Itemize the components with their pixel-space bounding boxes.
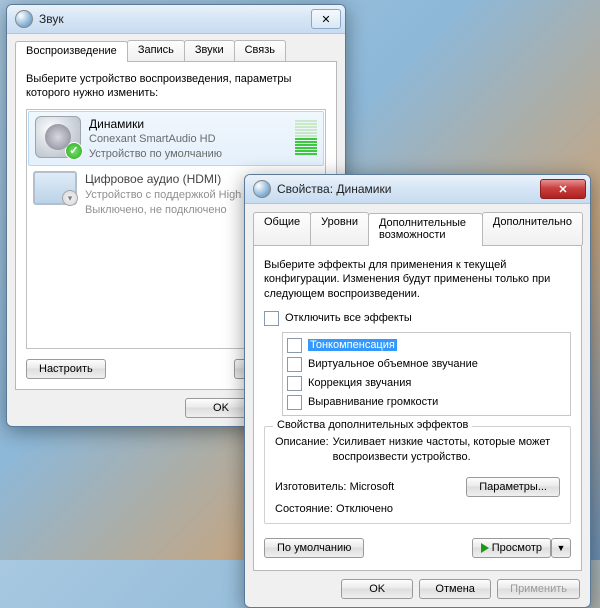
state-label: Состояние: — [275, 503, 333, 515]
tab-playback[interactable]: Воспроизведение — [15, 41, 128, 62]
preview-label: Просмотр — [492, 542, 542, 554]
effect-item[interactable]: Выравнивание громкости — [287, 393, 566, 412]
description-text: Усиливает низкие частоты, которые может … — [333, 435, 560, 465]
effect-item[interactable]: Виртуальное объемное звучание — [287, 355, 566, 374]
effect-label: Выравнивание громкости — [308, 396, 438, 408]
sound-icon — [15, 10, 33, 28]
level-meter-icon — [295, 120, 317, 155]
effect-label: Тонкомпенсация — [308, 339, 397, 351]
window-title: Свойства: Динамики — [277, 182, 540, 196]
disable-all-checkbox[interactable] — [264, 311, 279, 326]
cancel-button[interactable]: Отмена — [419, 579, 491, 599]
description-label: Описание: — [275, 435, 329, 465]
device-driver: Conexant SmartAudio HD — [89, 132, 287, 147]
tab-recording[interactable]: Запись — [127, 40, 185, 61]
device-item[interactable]: ✓ Динамики Conexant SmartAudio HD Устрой… — [28, 111, 324, 167]
effect-checkbox[interactable] — [287, 357, 302, 372]
effect-item[interactable]: Коррекция звучания — [287, 374, 566, 393]
tab-enhancements[interactable]: Дополнительные возможности — [368, 213, 483, 246]
effect-checkbox[interactable] — [287, 338, 302, 353]
effect-item[interactable]: Тонкомпенсация — [287, 336, 566, 355]
titlebar[interactable]: Звук ✕ — [7, 5, 345, 34]
parameters-button[interactable]: Параметры... — [466, 477, 560, 497]
speaker-icon — [253, 180, 271, 198]
tab-levels[interactable]: Уровни — [310, 212, 369, 245]
state-value: Отключено — [336, 503, 393, 515]
close-button[interactable]: ✕ — [311, 9, 341, 29]
device-name: Динамики — [89, 116, 287, 132]
properties-window: Свойства: Динамики ✕ Общие Уровни Дополн… — [244, 174, 591, 608]
close-icon: ✕ — [558, 183, 567, 196]
chevron-down-icon: ▼ — [557, 543, 566, 553]
preview-dropdown-button[interactable]: ▼ — [551, 538, 571, 558]
default-check-icon: ✓ — [65, 142, 83, 160]
effect-checkbox[interactable] — [287, 376, 302, 391]
vendor-value: Microsoft — [350, 481, 395, 493]
group-title: Свойства дополнительных эффектов — [273, 419, 472, 431]
close-icon: ✕ — [321, 13, 330, 26]
tab-sounds[interactable]: Звуки — [184, 40, 235, 61]
instruction-text: Выберите эффекты для применения к текуще… — [264, 258, 571, 301]
effect-label: Коррекция звучания — [308, 377, 411, 389]
tab-advanced[interactable]: Дополнительно — [482, 212, 583, 245]
speaker-icon: ✓ — [35, 116, 81, 158]
play-icon — [481, 543, 489, 553]
apply-button[interactable]: Применить — [497, 579, 580, 599]
disable-all-label: Отключить все эффекты — [285, 312, 412, 324]
vendor-label: Изготовитель: — [275, 481, 347, 493]
tab-general[interactable]: Общие — [253, 212, 311, 245]
restore-defaults-button[interactable]: По умолчанию — [264, 538, 364, 558]
tabs: Воспроизведение Запись Звуки Связь — [15, 40, 337, 62]
ok-button[interactable]: OK — [341, 579, 413, 599]
preview-button[interactable]: Просмотр — [472, 538, 551, 558]
tabs: Общие Уровни Дополнительные возможности … — [253, 212, 582, 246]
device-status: Устройство по умолчанию — [89, 147, 287, 162]
instruction-text: Выберите устройство воспроизведения, пар… — [26, 72, 326, 101]
effect-checkbox[interactable] — [287, 395, 302, 410]
disabled-badge-icon: ▾ — [62, 190, 78, 206]
monitor-icon: ▾ — [33, 171, 77, 205]
effect-properties-group: Свойства дополнительных эффектов Описани… — [264, 426, 571, 524]
window-title: Звук — [39, 12, 311, 26]
close-button[interactable]: ✕ — [540, 179, 586, 199]
effects-list[interactable]: Тонкомпенсация Виртуальное объемное звуч… — [282, 332, 571, 416]
tab-communications[interactable]: Связь — [234, 40, 286, 61]
effect-label: Виртуальное объемное звучание — [308, 358, 478, 370]
titlebar[interactable]: Свойства: Динамики ✕ — [245, 175, 590, 204]
configure-button[interactable]: Настроить — [26, 359, 106, 379]
